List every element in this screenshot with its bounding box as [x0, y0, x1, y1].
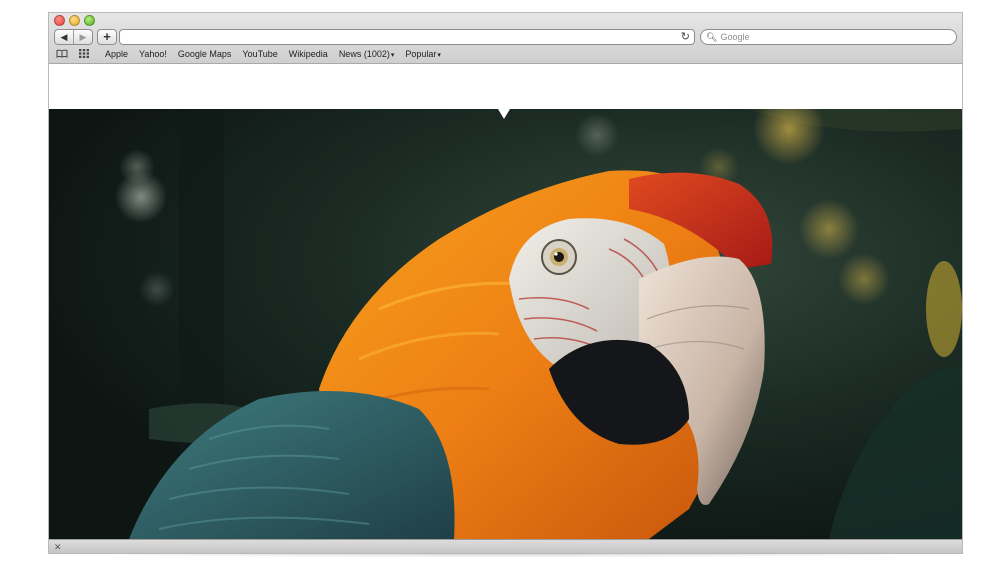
screenshot-stage: ◀ ▶ + ↻ 🔍︎ Google Apple Yahoo! Google Ma…	[0, 0, 1000, 571]
bookmark-folder-popular-label: Popular	[405, 48, 437, 59]
bookmark-google-maps[interactable]: Google Maps	[178, 49, 232, 59]
browser-window: ◀ ▶ + ↻ 🔍︎ Google Apple Yahoo! Google Ma…	[49, 13, 962, 553]
chevron-down-icon: ▾	[390, 51, 395, 59]
forward-arrow-icon: ▶	[79, 32, 87, 42]
collapse-icon[interactable]: ✕	[54, 541, 62, 553]
bookmark-links: Apple Yahoo! Google Maps YouTube Wikiped…	[105, 49, 441, 59]
zoom-window-button[interactable]	[84, 15, 95, 26]
plus-icon: +	[103, 29, 111, 44]
back-arrow-icon: ◀	[60, 32, 68, 42]
bookmark-yahoo[interactable]: Yahoo!	[139, 49, 167, 59]
search-icon[interactable]: 🔍︎	[706, 30, 717, 44]
window-controls	[54, 15, 95, 26]
reload-icon[interactable]: ↻	[681, 30, 690, 44]
bookmark-folder-news[interactable]: News (1002)▾	[339, 49, 395, 59]
reading-list-icon[interactable]	[55, 49, 69, 59]
macaw-illustration	[49, 109, 962, 539]
page-content	[49, 64, 962, 539]
minimize-window-button[interactable]	[69, 15, 80, 26]
top-sites-grid-icon[interactable]	[77, 49, 91, 59]
navigation-buttons: ◀ ▶	[54, 29, 93, 45]
status-bar: ✕	[49, 539, 962, 553]
bookmark-youtube[interactable]: YouTube	[242, 49, 277, 59]
forward-button[interactable]: ▶	[73, 30, 92, 44]
bookmark-folder-popular[interactable]: Popular▾	[405, 49, 441, 59]
bookmarks-bar: Apple Yahoo! Google Maps YouTube Wikiped…	[49, 46, 962, 61]
browser-toolbar: ◀ ▶ + ↻ 🔍︎ Google Apple Yahoo! Google Ma…	[49, 13, 962, 64]
macaw-photo	[49, 109, 962, 539]
bookmark-apple[interactable]: Apple	[105, 49, 128, 59]
back-button[interactable]: ◀	[55, 30, 73, 44]
close-window-button[interactable]	[54, 15, 65, 26]
search-field[interactable]: 🔍︎ Google	[700, 29, 957, 45]
address-bar[interactable]: ↻	[119, 29, 695, 45]
bookmark-folder-news-label: News (1002)	[338, 48, 390, 59]
chevron-down-icon: ▾	[437, 51, 441, 59]
bookmark-wikipedia[interactable]: Wikipedia	[289, 49, 328, 59]
new-tab-button[interactable]: +	[97, 29, 117, 45]
search-placeholder: Google	[720, 32, 750, 42]
